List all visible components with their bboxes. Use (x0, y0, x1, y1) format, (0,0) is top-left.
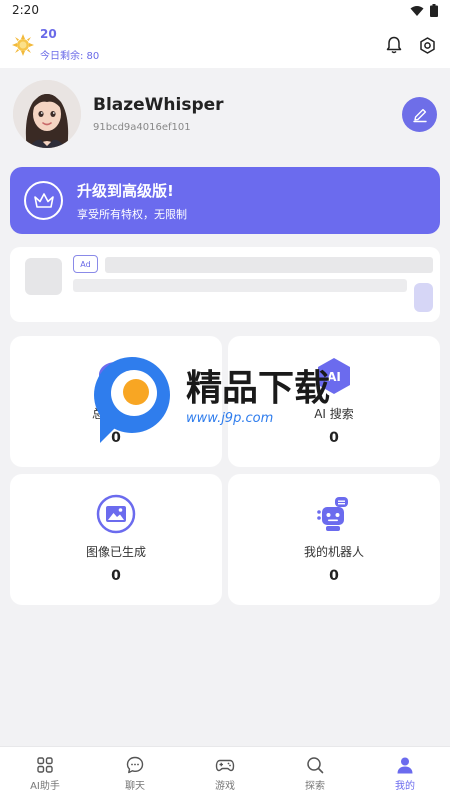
top-bar: 20 今日剩余: 80 (0, 22, 450, 68)
nav-item-explore[interactable]: 探索 (270, 747, 360, 800)
nav-item-games[interactable]: 游戏 (180, 747, 270, 800)
bottom-nav: AI助手 聊天 游戏 探索 我的 (0, 746, 450, 800)
image-icon (96, 494, 136, 534)
wifi-icon (410, 5, 424, 16)
battery-icon (430, 4, 438, 17)
nav-item-profile[interactable]: 我的 (360, 747, 450, 800)
nav-label: 游戏 (215, 781, 235, 792)
search-icon (307, 757, 324, 774)
watermark-url: www.j9p.com (186, 411, 273, 426)
nav-label: AI助手 (30, 781, 60, 792)
status-icons (410, 4, 438, 17)
chat-icon (126, 756, 144, 774)
sun-coin-icon (12, 34, 34, 56)
stat-card-images[interactable]: 图像已生成 0 (10, 474, 222, 605)
stat-value: 0 (111, 568, 121, 584)
bell-icon (386, 36, 402, 54)
user-id: 91bcd9a4016ef101 (93, 122, 191, 133)
ad-badge: Ad (73, 255, 98, 273)
ad-title-placeholder (105, 257, 433, 273)
ad-cta-button[interactable] (414, 283, 433, 312)
credits-remaining: 今日剩余: 80 (40, 51, 100, 62)
settings-button[interactable] (416, 34, 438, 56)
upgrade-banner[interactable]: 升级到高级版! 享受所有特权，无限制 (10, 167, 440, 234)
ad-text-placeholder (73, 279, 407, 292)
person-icon (397, 757, 413, 774)
stat-value: 0 (329, 568, 339, 584)
edit-profile-button[interactable] (402, 97, 437, 132)
stat-label: 我的机器人 (303, 545, 364, 559)
ad-thumbnail (25, 258, 62, 295)
status-bar: 2:20 (0, 0, 450, 22)
avatar[interactable] (13, 80, 81, 148)
upgrade-subtitle: 享受所有特权，无限制 (77, 208, 187, 221)
pencil-icon (412, 108, 427, 122)
grid-icon (37, 757, 53, 773)
upgrade-title: 升级到高级版! (77, 182, 174, 200)
stat-card-bots[interactable]: 我的机器人 0 (228, 474, 440, 605)
watermark-logo: 精品下载 www.j9p.com (92, 355, 362, 445)
ad-banner[interactable]: Ad (10, 247, 440, 322)
status-time: 2:20 (12, 3, 39, 17)
notifications-button[interactable] (383, 34, 405, 56)
nav-label: 探索 (305, 781, 325, 792)
watermark-mark: 精品下载 www.j9p.com (94, 357, 330, 443)
settings-icon (419, 36, 435, 54)
robot-icon (317, 497, 348, 531)
gamepad-icon (215, 759, 235, 772)
username: BlazeWhisper (93, 95, 224, 115)
avatar-portrait (13, 80, 81, 148)
nav-label: 聊天 (125, 781, 145, 792)
nav-item-chat[interactable]: 聊天 (90, 747, 180, 800)
crown-icon (24, 181, 63, 220)
nav-item-ai-assistant[interactable]: AI助手 (0, 747, 90, 800)
stat-label: 图像已生成 (85, 545, 146, 559)
watermark-title: 精品下载 (186, 368, 330, 409)
credits-count: 20 (40, 27, 57, 41)
nav-label: 我的 (395, 781, 415, 792)
profile-section: BlazeWhisper 91bcd9a4016ef101 (0, 68, 450, 158)
